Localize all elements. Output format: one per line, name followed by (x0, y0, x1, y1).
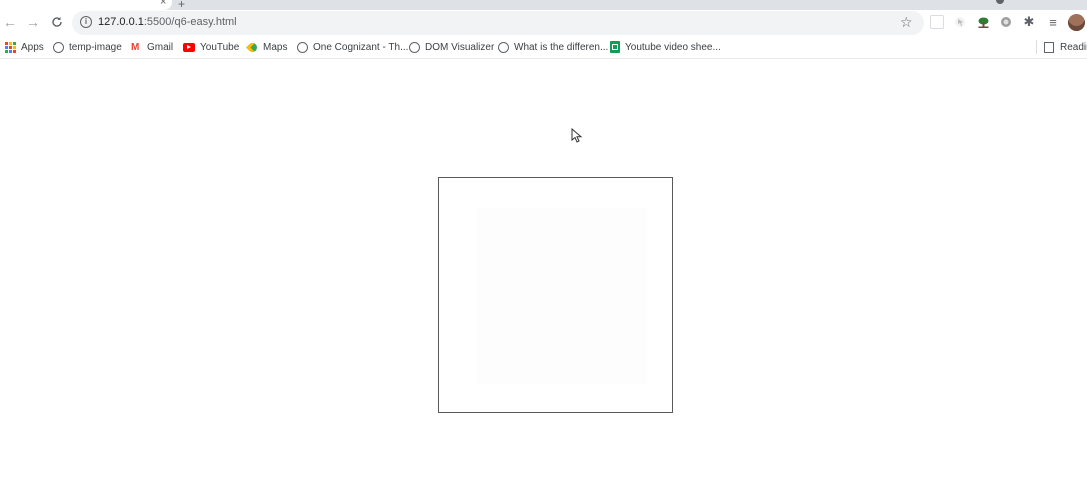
bookmark-dom-visualizer[interactable]: DOM Visualizer (409, 40, 494, 54)
box-extension-icon[interactable] (930, 15, 944, 29)
globe-extension-icon[interactable] (999, 15, 1013, 29)
gmail-icon: M (131, 41, 140, 53)
globe-icon (498, 41, 509, 53)
url-text[interactable]: 127.0.0.1:5500/q6-easy.html (98, 16, 237, 28)
bookmark-what-is-the-difference[interactable]: What is the differen... (498, 40, 608, 54)
apps-grid-dot (9, 45, 12, 49)
bookmarks-bar: Apps temp-image M Gmail YouTube Maps One… (0, 36, 1087, 59)
mouse-cursor-icon (571, 128, 583, 143)
forward-button[interactable]: → (24, 13, 42, 31)
apps-grid-dot (13, 49, 16, 53)
bookmark-label: DOM Visualizer (425, 41, 495, 53)
maps-icon (246, 40, 259, 54)
globe-icon (409, 41, 420, 53)
reload-icon (52, 17, 62, 27)
bookmark-label: Youtube video shee... (625, 41, 721, 53)
tree-ext-glyph (978, 17, 988, 28)
page-viewport (0, 59, 1087, 479)
puzzle-icon[interactable]: ✱ (1022, 14, 1036, 29)
media-playlist-icon[interactable]: ≡ (1046, 15, 1060, 30)
site-info-icon[interactable]: i (80, 16, 92, 28)
bookmark-youtube[interactable]: YouTube (183, 40, 239, 54)
square-box (438, 177, 673, 413)
bookmark-label: One Cognizant - Th... (313, 41, 409, 53)
bookmarks-divider (1036, 40, 1037, 54)
reading-list-button[interactable]: Readin (1044, 40, 1087, 54)
bookmark-label: What is the differen... (514, 41, 609, 53)
globe-icon (297, 41, 308, 53)
globe-icon (53, 41, 64, 53)
reading-list-label: Readin (1060, 41, 1087, 53)
profile-avatar[interactable] (1068, 14, 1085, 31)
sheets-icon (610, 41, 620, 53)
back-button[interactable]: ← (1, 13, 19, 31)
url-host: 127.0.0.1 (98, 16, 144, 28)
apps-grid-dot (5, 49, 8, 53)
address-bar[interactable]: i 127.0.0.1:5500/q6-easy.html ☆ (72, 11, 924, 35)
tab-strip: × + (0, 0, 1087, 11)
bookmark-label: Gmail (147, 41, 174, 53)
apps-grid-dot (13, 45, 16, 49)
tab-document[interactable]: × (0, 0, 172, 10)
bookmark-youtube-video-sheet[interactable]: Youtube video shee... (610, 40, 721, 54)
apps-grid-dot (9, 49, 12, 53)
bookmark-temp-image[interactable]: temp-image (53, 40, 122, 54)
bookmark-label: temp-image (69, 41, 122, 53)
apps-grid-dot (13, 41, 16, 45)
bookmark-one-cognizant[interactable]: One Cognizant - Th... (297, 40, 408, 54)
close-tab-icon[interactable]: × (160, 0, 166, 8)
bookmark-label: YouTube (200, 41, 240, 53)
bookmark-label: Apps (21, 41, 44, 53)
url-path: :5500/q6-easy.html (143, 16, 237, 28)
apps-grid-dot (5, 45, 8, 49)
bookmark-maps[interactable]: Maps (246, 40, 288, 54)
cursor-ext-glyph (955, 17, 965, 27)
reload-button[interactable] (48, 13, 66, 31)
apps-grid-dot (5, 41, 8, 45)
browser-toolbar: ← → i 127.0.0.1:5500/q6-easy.html ☆ ✱ ≡ (0, 10, 1087, 36)
youtube-icon (183, 42, 195, 52)
reading-list-icon (1044, 41, 1054, 53)
bookmark-label: Maps (263, 41, 288, 53)
bookmark-apps[interactable]: Apps (5, 40, 44, 54)
bookmark-star-icon[interactable]: ☆ (900, 14, 913, 31)
cursor-extension-icon[interactable] (953, 15, 967, 29)
apps-grid-icon (5, 41, 16, 53)
apps-grid-dot (9, 41, 12, 45)
bookmark-gmail[interactable]: M Gmail (131, 40, 173, 54)
tree-extension-icon[interactable] (976, 15, 990, 29)
square-box-inner (477, 208, 647, 384)
globe-ext-glyph (1001, 17, 1011, 27)
tab-search-icon[interactable] (996, 0, 1004, 4)
